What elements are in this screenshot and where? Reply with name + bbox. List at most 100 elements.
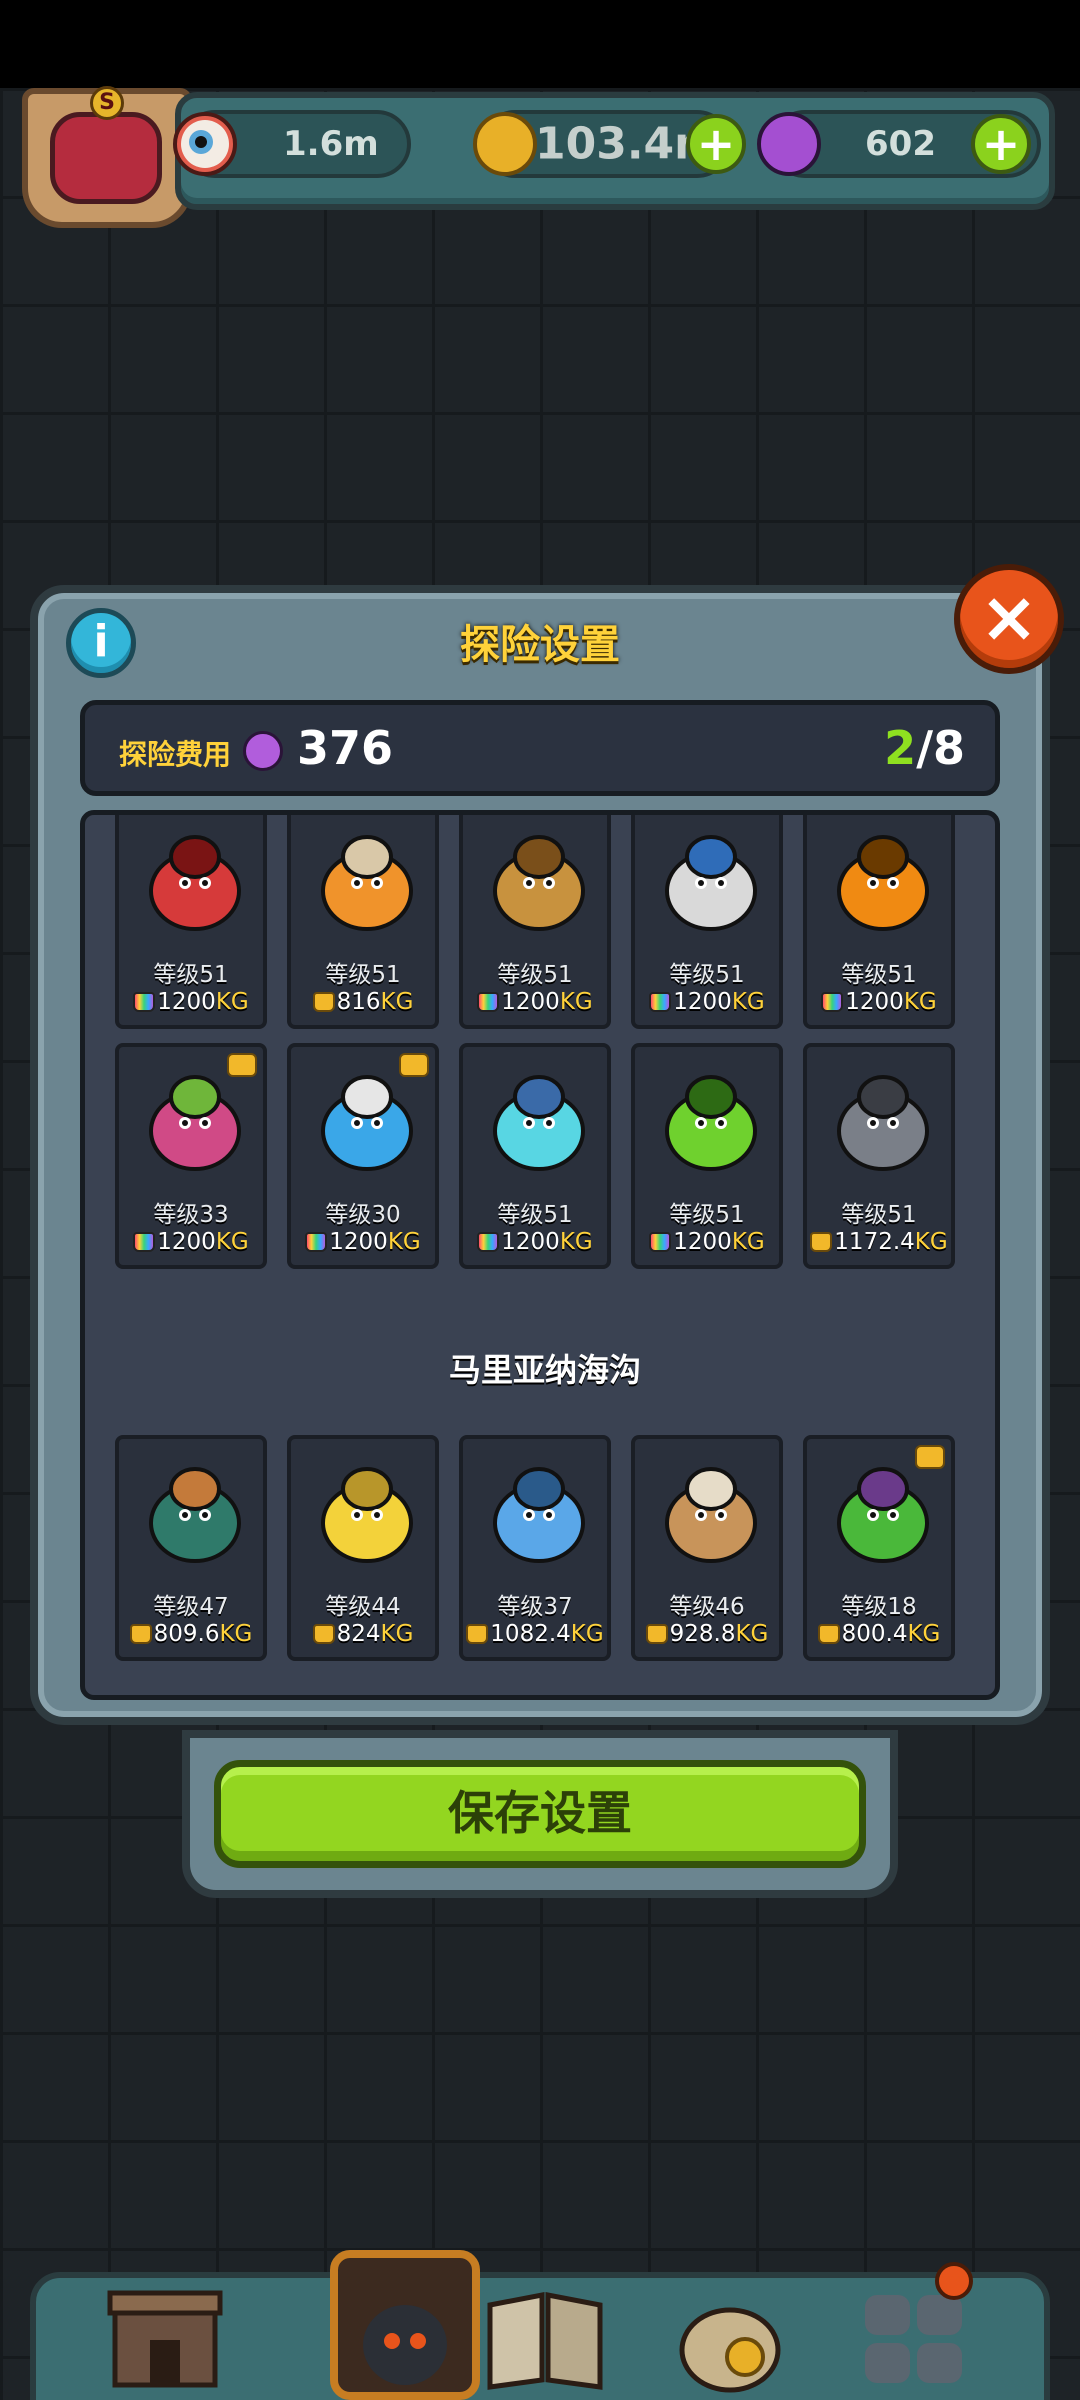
monster-card[interactable]: 等级51 1200KG <box>459 815 611 1029</box>
monster-level: 等级37 <box>497 1594 573 1620</box>
monster-level: 等级51 <box>669 1202 745 1228</box>
red-toad-monster-icon <box>149 835 241 931</box>
weight-bag-icon <box>810 1232 833 1252</box>
eye-resource-value: 1.6m <box>283 124 379 164</box>
monster-list[interactable]: 马里亚纳海沟 等级51 1200KG 等级51 816KG 等级51 1200KG 等级51… <box>80 810 1000 1700</box>
monster-weight-unit: KG <box>380 1621 414 1647</box>
dialog-title: 探险设置 <box>460 622 620 668</box>
monster-weight-unit: KG <box>219 1621 253 1647</box>
weight-bag-icon <box>466 1624 489 1644</box>
monster-weight: 1200KG <box>291 1229 435 1255</box>
monster-face-icon <box>50 112 162 204</box>
close-button[interactable]: × <box>954 564 1064 674</box>
status-bar <box>0 0 1080 88</box>
monster-card[interactable]: 等级18 800.4KG <box>803 1435 955 1661</box>
owned-badge-icon <box>399 1053 429 1077</box>
avatar-rank-badge: S <box>90 86 124 120</box>
weight-bag-icon <box>129 1624 152 1644</box>
nav-shop[interactable] <box>100 2265 230 2395</box>
monster-weight: 1200KG <box>119 1229 263 1255</box>
add-coins-button[interactable]: + <box>686 114 746 174</box>
monster-level: 等级51 <box>841 962 917 988</box>
monster-card[interactable]: 等级51 1200KG <box>631 815 783 1029</box>
blue-crab-icon <box>493 1467 585 1563</box>
monster-card[interactable]: 等级37 1082.4KG <box>459 1435 611 1661</box>
weight-bag-icon <box>817 1624 840 1644</box>
monster-weight-value: 1200 <box>673 989 732 1015</box>
monster-card[interactable]: 等级51 816KG <box>287 815 439 1029</box>
slots-current: 2 <box>884 721 917 775</box>
monster-weight-value: 816 <box>336 989 381 1015</box>
monster-weight-unit: KG <box>570 1621 604 1647</box>
book-icon <box>487 2291 603 2390</box>
monster-level: 等级51 <box>497 1202 573 1228</box>
walrus-shell-icon <box>665 1467 757 1563</box>
monster-weight-unit: KG <box>731 989 765 1015</box>
weight-bag-icon <box>645 1624 668 1644</box>
onion-plant-monster-icon <box>149 1075 241 1171</box>
monster-weight-value: 800.4 <box>841 1621 908 1647</box>
monster-card[interactable]: 等级51 1200KG <box>803 815 955 1029</box>
monster-card[interactable]: 等级33 1200KG <box>115 1043 267 1269</box>
monster-weight-value: 1200 <box>501 1229 560 1255</box>
weight-bag-icon <box>312 992 335 1012</box>
monster-weight-unit: KG <box>559 1229 593 1255</box>
monster-card[interactable]: 等级51 1200KG <box>115 815 267 1029</box>
monster-weight-unit: KG <box>735 1621 769 1647</box>
monster-card[interactable]: 等级44 824KG <box>287 1435 439 1661</box>
monster-card[interactable]: 等级51 1172.4KG <box>803 1043 955 1269</box>
monster-weight: 809.6KG <box>119 1621 263 1647</box>
monster-card[interactable]: 等级51 1200KG <box>459 1043 611 1269</box>
monster-level: 等级44 <box>325 1594 401 1620</box>
coin-icon <box>473 112 537 176</box>
monster-weight: 1200KG <box>635 1229 779 1255</box>
monster-card[interactable]: 等级46 928.8KG <box>631 1435 783 1661</box>
slot-counter: 2/8 <box>884 721 965 775</box>
banana-squid-icon <box>321 1467 413 1563</box>
resource-bar: 1.6m 103.4m + 602 + <box>173 92 1055 210</box>
nav-coin-bag[interactable] <box>665 2265 795 2395</box>
monster-card[interactable]: 等级30 1200KG <box>287 1043 439 1269</box>
sea-urchin-icon <box>149 1467 241 1563</box>
monster-level: 等级51 <box>325 962 401 988</box>
monster-weight-value: 809.6 <box>153 1621 220 1647</box>
save-settings-button[interactable]: 保存设置 <box>214 1760 866 1868</box>
monster-level: 等级33 <box>153 1202 229 1228</box>
monster-weight-unit: KG <box>215 989 249 1015</box>
weight-bag-icon <box>477 992 500 1012</box>
monster-weight-unit: KG <box>380 989 414 1015</box>
mushroom-beast-icon <box>321 835 413 931</box>
shop-building-icon <box>107 2290 223 2388</box>
expedition-cost-bar: 探险费用 376 2/8 <box>80 700 1000 796</box>
monster-level: 等级46 <box>669 1594 745 1620</box>
monster-weight: 1172.4KG <box>807 1229 951 1255</box>
nav-book[interactable] <box>480 2265 610 2395</box>
monster-weight-unit: KG <box>903 989 937 1015</box>
eyeball-icon <box>173 112 237 176</box>
monster-weight-unit: KG <box>731 1229 765 1255</box>
monster-level: 等级47 <box>153 1594 229 1620</box>
player-avatar[interactable]: S <box>22 86 192 228</box>
green-caterpillar-icon <box>665 1075 757 1171</box>
monster-card[interactable]: 等级47 809.6KG <box>115 1435 267 1661</box>
monster-weight-value: 1200 <box>329 1229 388 1255</box>
chainsaw-pig-icon <box>665 835 757 931</box>
monster-weight-value: 1200 <box>845 989 904 1015</box>
monster-weight-value: 1082.4 <box>490 1621 571 1647</box>
mantis-centipede-icon <box>837 1467 929 1563</box>
coin-bag-icon <box>679 2307 781 2393</box>
cost-value: 376 <box>297 721 394 775</box>
monster-card[interactable]: 等级51 1200KG <box>631 1043 783 1269</box>
notification-dot <box>935 2262 973 2300</box>
nav-dungeon[interactable] <box>340 2265 470 2395</box>
add-potions-button[interactable]: + <box>971 114 1031 174</box>
slots-total: /8 <box>916 721 965 775</box>
monster-weight-unit: KG <box>387 1229 421 1255</box>
rock-golem-icon <box>837 1075 929 1171</box>
dungeon-expedition-icon <box>363 2305 447 2385</box>
monster-level: 等级51 <box>497 962 573 988</box>
monster-weight-unit: KG <box>215 1229 249 1255</box>
monster-weight-value: 1200 <box>157 1229 216 1255</box>
weight-bag-icon <box>821 992 844 1012</box>
potion-resource-value: 602 <box>865 124 936 164</box>
